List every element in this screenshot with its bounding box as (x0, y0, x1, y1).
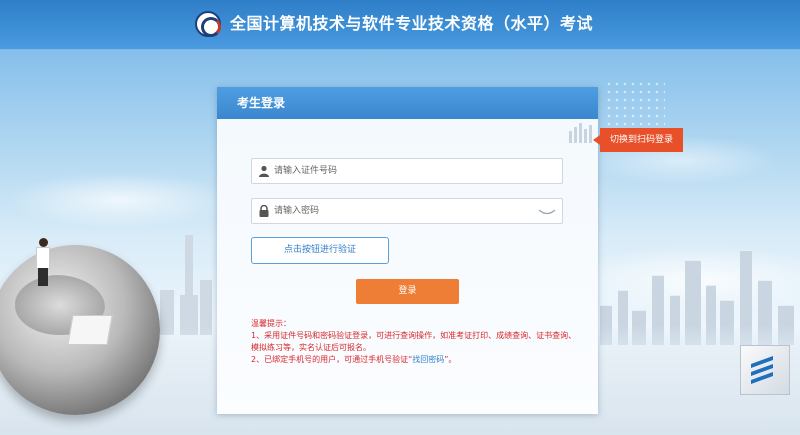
login-button[interactable]: 登录 (356, 279, 459, 304)
recover-password-link[interactable]: 找回密码 (412, 355, 444, 364)
tips-line-2-suffix: ”。 (444, 355, 457, 364)
qr-code-icon[interactable] (569, 123, 593, 143)
eye-closed-icon[interactable] (538, 208, 556, 216)
user-icon (259, 165, 269, 177)
tips-heading: 温馨提示： (251, 319, 291, 328)
tips-line-2: 2、已绑定手机号的用户，可通过手机号验证“找回密码”。 (251, 354, 581, 366)
cube-logo-icon (740, 345, 790, 395)
tips-line-2-prefix: 2、已绑定手机号的用户，可通过手机号验证“ (251, 355, 413, 364)
password-input[interactable] (274, 200, 534, 222)
tips-line-1: 1、采用证件号码和密码验证登录，可进行查询操作，如准考证打印、成绩查询、证书查询… (251, 331, 577, 352)
site-header: 全国计算机技术与软件专业技术资格（水平）考试 (0, 0, 800, 50)
site-title: 全国计算机技术与软件专业技术资格（水平）考试 (230, 14, 594, 33)
login-card-header: 考生登录 (217, 87, 598, 119)
id-number-field[interactable] (251, 158, 563, 184)
id-number-input[interactable] (274, 160, 534, 182)
exam-logo-icon (195, 11, 221, 37)
box-illustration (67, 315, 113, 345)
password-field[interactable] (251, 198, 563, 224)
verify-button[interactable]: 点击按钮进行验证 (251, 237, 389, 264)
switch-to-qr-login-button[interactable]: 切换到扫码登录 (593, 128, 683, 152)
tips-section: 温馨提示： 1、采用证件号码和密码验证登录，可进行查询操作，如准考证打印、成绩查… (251, 318, 581, 366)
lock-icon (259, 205, 269, 217)
person-illustration (30, 238, 56, 288)
login-card-title: 考生登录 (237, 96, 286, 110)
